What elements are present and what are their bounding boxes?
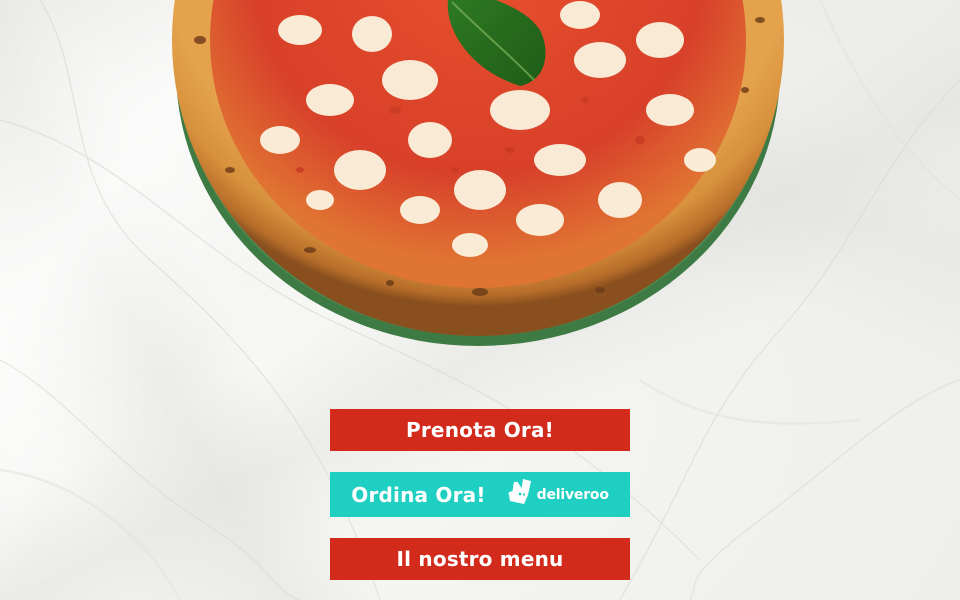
- order-now-label: Ordina Ora!: [351, 482, 486, 507]
- our-menu-button[interactable]: Il nostro menu: [330, 538, 630, 580]
- deliveroo-wordmark: deliveroo: [536, 486, 609, 503]
- order-now-button[interactable]: Ordina Ora! deliveroo: [330, 472, 630, 517]
- deliveroo-logo: deliveroo: [508, 479, 609, 510]
- book-now-button[interactable]: Prenota Ora!: [330, 409, 630, 451]
- deliveroo-kangaroo-icon: [508, 479, 532, 510]
- book-now-label: Prenota Ora!: [406, 418, 554, 442]
- our-menu-label: Il nostro menu: [396, 547, 564, 571]
- pizza-image: [0, 0, 960, 360]
